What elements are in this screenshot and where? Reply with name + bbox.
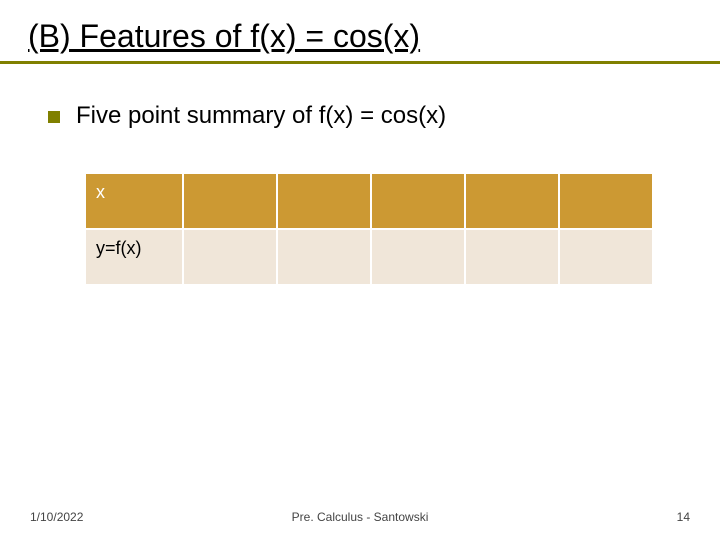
table-row: x bbox=[85, 173, 653, 229]
title-area: (B) Features of f(x) = cos(x) bbox=[0, 0, 720, 64]
footer-page: 14 bbox=[677, 510, 690, 524]
table-cell bbox=[465, 173, 559, 229]
table-cell bbox=[371, 173, 465, 229]
table-cell bbox=[183, 173, 277, 229]
page-title: (B) Features of f(x) = cos(x) bbox=[28, 18, 692, 55]
table-row: y=f(x) bbox=[85, 229, 653, 285]
table-cell bbox=[277, 173, 371, 229]
footer: 1/10/2022 Pre. Calculus - Santowski 14 bbox=[0, 510, 720, 524]
bullet-icon bbox=[48, 111, 60, 123]
footer-center: Pre. Calculus - Santowski bbox=[292, 510, 429, 524]
bullet-item: Five point summary of f(x) = cos(x) bbox=[48, 102, 672, 130]
table-cell bbox=[371, 229, 465, 285]
bullet-text: Five point summary of f(x) = cos(x) bbox=[76, 102, 446, 130]
summary-table: x y=f(x) bbox=[84, 172, 654, 286]
table-container: x y=f(x) bbox=[48, 172, 672, 286]
table-cell bbox=[559, 173, 653, 229]
table-cell bbox=[465, 229, 559, 285]
footer-date: 1/10/2022 bbox=[30, 510, 83, 524]
body-area: Five point summary of f(x) = cos(x) x y=… bbox=[0, 64, 720, 286]
table-cell bbox=[277, 229, 371, 285]
table-header-cell: x bbox=[85, 173, 183, 229]
table-cell bbox=[183, 229, 277, 285]
table-header-cell: y=f(x) bbox=[85, 229, 183, 285]
table-cell bbox=[559, 229, 653, 285]
